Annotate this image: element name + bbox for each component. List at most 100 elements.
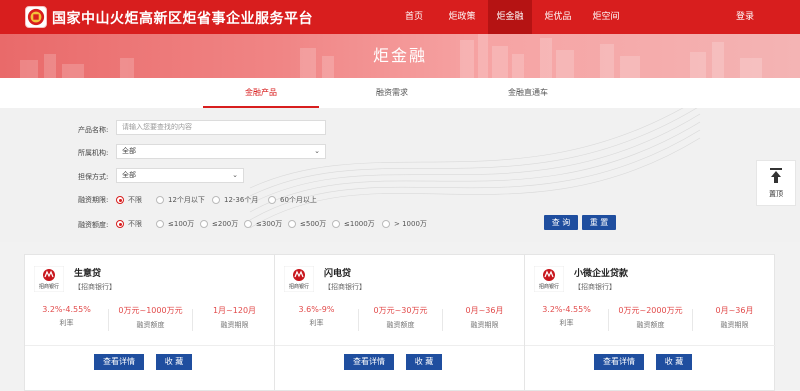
nav-item-policy[interactable]: 炬政策 xyxy=(440,0,484,34)
stat-term: 0月~36月 融资期限 xyxy=(693,305,776,335)
stat-value: 0月~36月 xyxy=(715,306,754,315)
stat-value: 3.2%-4.55% xyxy=(542,305,591,314)
stat-value: 0月~36月 xyxy=(465,306,504,315)
tab-financial-products[interactable]: 金融产品 xyxy=(203,78,319,108)
svg-text:招商银行: 招商银行 xyxy=(539,283,559,290)
nav-item-space[interactable]: 炬空间 xyxy=(584,0,628,34)
reset-button[interactable]: 重 置 xyxy=(582,215,616,230)
bank-name: 【招商银行】 xyxy=(574,283,616,291)
guarantee-select-value: 全部 xyxy=(122,171,136,179)
section-tabs: 金融产品 融资需求 金融直通车 xyxy=(0,78,800,108)
amount-option[interactable]: ≤100万 xyxy=(156,218,194,230)
radio-dot-icon xyxy=(244,220,252,228)
radio-dot-icon xyxy=(332,220,340,228)
stat-label: 融资额度 xyxy=(636,321,665,329)
divider xyxy=(525,345,776,346)
chevron-down-icon: ⌄ xyxy=(232,171,238,179)
tab-finance-express[interactable]: 金融直通车 xyxy=(470,78,586,108)
back-to-top-label: 置顶 xyxy=(769,190,783,198)
radio-dot-icon xyxy=(156,220,164,228)
radio-dot-icon xyxy=(288,220,296,228)
stat-rate: 3.2%-4.55% 利率 xyxy=(525,305,608,335)
radio-dot-icon xyxy=(382,220,390,228)
product-name[interactable]: 闪电贷 xyxy=(324,266,351,279)
banner-title: 炬金融 xyxy=(372,46,427,65)
stat-value: 3.2%-4.55% xyxy=(42,305,91,314)
stat-value: 0万元~2000万元 xyxy=(618,306,683,315)
radio-dot-icon xyxy=(116,196,124,204)
amount-option[interactable]: ≤1000万 xyxy=(332,218,375,230)
filter-panel: 产品名称: 请输入您要查找的内容 所属机构: 全部 ⌄ 担保方式: 全部 ⌄ 融… xyxy=(0,108,800,242)
site-title[interactable]: 国家中山火炬高新区炬省事企业服务平台 xyxy=(52,8,313,28)
stat-label: 融资期限 xyxy=(470,321,499,329)
amount-option[interactable]: ≤200万 xyxy=(200,218,238,230)
radio-dot-icon xyxy=(116,220,124,228)
institution-label: 所属机构: xyxy=(78,149,109,157)
nav-item-products[interactable]: 炬优品 xyxy=(536,0,580,34)
svg-text:招商银行: 招商银行 xyxy=(39,283,59,290)
svg-text:招商银行: 招商银行 xyxy=(289,283,309,290)
arrow-up-icon xyxy=(770,168,782,183)
institution-select[interactable]: 全部 ⌄ xyxy=(116,144,326,159)
stat-value: 3.6%-9% xyxy=(298,305,335,314)
view-details-button[interactable]: 查看详情 xyxy=(344,354,394,370)
nav-item-home[interactable]: 首页 xyxy=(398,0,430,34)
term-option[interactable]: 12个月以下 xyxy=(156,194,205,206)
amount-option[interactable]: ≤300万 xyxy=(244,218,282,230)
stat-row: 3.6%-9% 利率 0万元~30万元 融资额度 0月~36月 融资期限 xyxy=(275,305,526,335)
radio-dot-icon xyxy=(156,196,164,204)
radio-dot-icon xyxy=(212,196,220,204)
term-option[interactable]: 12-36个月 xyxy=(212,194,258,206)
nav-item-finance[interactable]: 炬金融 xyxy=(488,0,532,34)
view-details-button[interactable]: 查看详情 xyxy=(94,354,144,370)
stat-value: 1月~120月 xyxy=(212,306,257,315)
top-header: 国家中山火炬高新区炬省事企业服务平台 首页 炬政策 炬金融 炬优品 炬空间 登录 xyxy=(0,0,800,34)
tab-financing-demand[interactable]: 融资需求 xyxy=(334,78,450,108)
product-card: 招商银行 小微企业贷款 【招商银行】 3.2%-4.55% 利率 0万元~2000… xyxy=(524,254,776,391)
term-option[interactable]: 不限 xyxy=(116,194,142,206)
product-name[interactable]: 生意贷 xyxy=(74,266,101,279)
institution-select-value: 全部 xyxy=(122,147,136,155)
back-to-top-button[interactable]: 置顶 xyxy=(756,160,796,206)
view-details-button[interactable]: 查看详情 xyxy=(594,354,644,370)
stat-label: 利率 xyxy=(559,319,574,327)
term-radio-group: 不限 12个月以下 12-36个月 60个月以上 xyxy=(116,194,416,206)
guarantee-select[interactable]: 全部 ⌄ xyxy=(116,168,244,183)
stat-amount: 0万元~2000万元 融资额度 xyxy=(609,305,692,335)
stat-term: 0月~36月 融资期限 xyxy=(443,305,526,335)
login-link[interactable]: 登录 xyxy=(736,0,754,34)
stat-label: 融资期限 xyxy=(720,321,749,329)
stat-amount: 0万元~30万元 融资额度 xyxy=(359,305,442,335)
bank-name: 【招商银行】 xyxy=(74,283,116,291)
stat-value: 0万元~1000万元 xyxy=(118,306,183,315)
amount-label: 融资额度: xyxy=(78,221,109,229)
stat-row: 3.2%-4.55% 利率 0万元~2000万元 融资额度 0月~36月 融资期限 xyxy=(525,305,776,335)
stat-label: 融资额度 xyxy=(386,321,415,329)
emblem-icon xyxy=(27,8,45,26)
guarantee-label: 担保方式: xyxy=(78,173,109,181)
divider xyxy=(275,345,526,346)
product-name[interactable]: 小微企业贷款 xyxy=(574,266,628,279)
search-button[interactable]: 查 询 xyxy=(544,215,578,230)
stat-value: 0万元~30万元 xyxy=(373,306,428,315)
amount-option[interactable]: > 1000万 xyxy=(382,218,427,230)
favorite-button[interactable]: 收 藏 xyxy=(156,354,192,370)
product-name-input[interactable]: 请输入您要查找的内容 xyxy=(116,120,326,135)
favorite-button[interactable]: 收 藏 xyxy=(656,354,692,370)
favorite-button[interactable]: 收 藏 xyxy=(406,354,442,370)
chevron-down-icon: ⌄ xyxy=(314,147,320,155)
product-name-label: 产品名称: xyxy=(78,126,109,134)
emblem-logo[interactable] xyxy=(25,6,47,28)
bank-logo: 招商银行 xyxy=(534,266,564,292)
bank-logo: 招商银行 xyxy=(34,266,64,292)
radio-dot-icon xyxy=(268,196,276,204)
stat-label: 利率 xyxy=(309,319,324,327)
product-card: 招商银行 生意贷 【招商银行】 3.2%-4.55% 利率 0万元~1000万元融… xyxy=(24,254,276,391)
amount-option[interactable]: ≤500万 xyxy=(288,218,326,230)
stat-amount: 0万元~1000万元 融资额度 xyxy=(109,305,192,335)
term-option[interactable]: 60个月以上 xyxy=(268,194,317,206)
bank-logo: 招商银行 xyxy=(284,266,314,292)
divider xyxy=(25,345,276,346)
amount-option[interactable]: 不限 xyxy=(116,218,142,230)
stat-row: 3.2%-4.55% 利率 0万元~1000万元 融资额度 1月~120月 融资期限 xyxy=(25,305,276,335)
